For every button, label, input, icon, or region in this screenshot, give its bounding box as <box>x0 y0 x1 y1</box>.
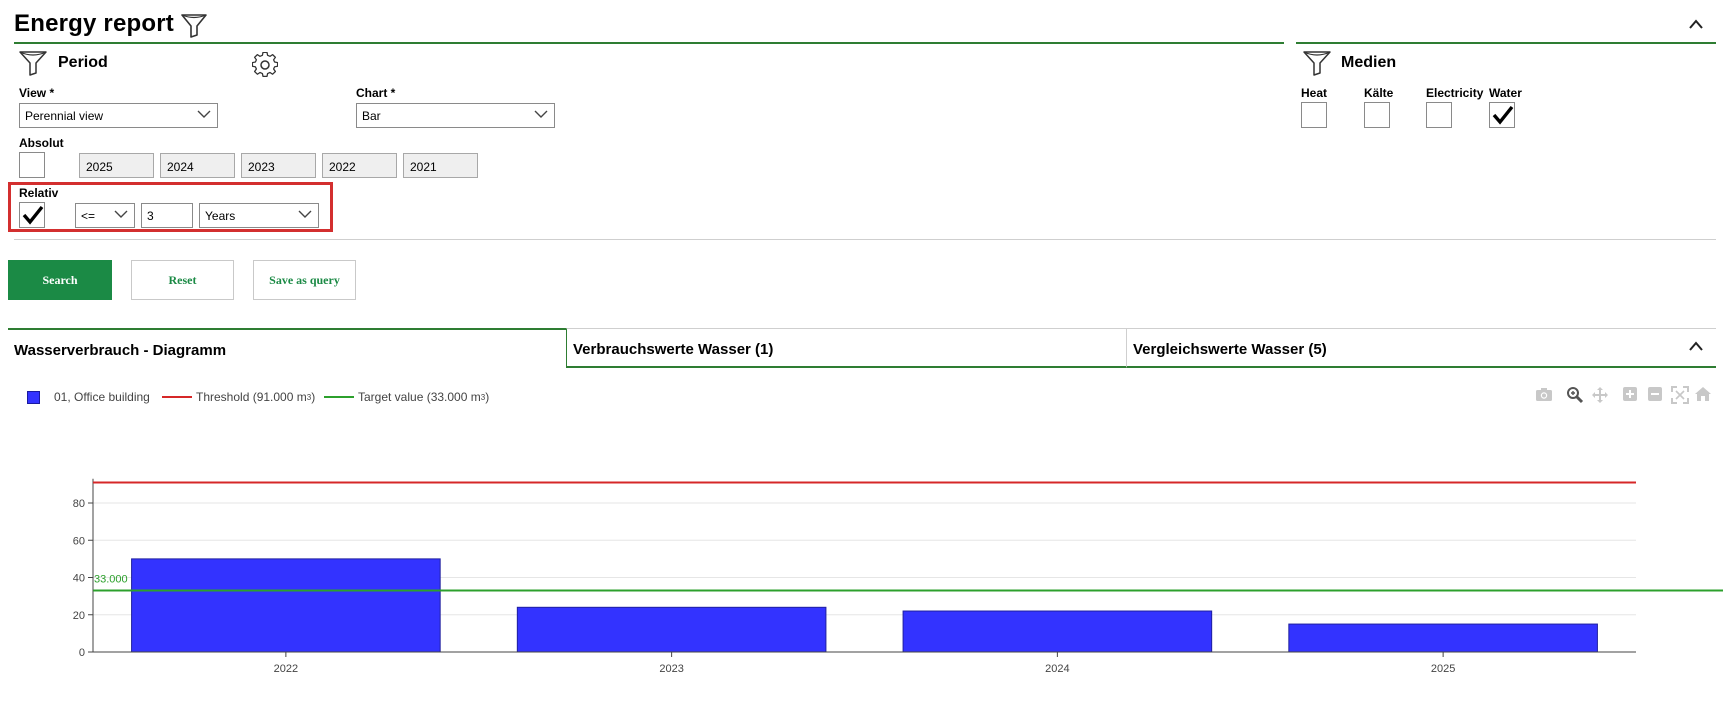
water-checkbox[interactable] <box>1489 102 1515 128</box>
legend-swatch-bar <box>27 390 40 404</box>
relativ-operator-select[interactable]: <= <box>75 203 135 228</box>
absolut-year-4[interactable]: 2022 <box>322 153 397 178</box>
relativ-unit-value: Years <box>205 209 236 223</box>
bar <box>516 606 827 653</box>
legend-series-label: 01, Office building <box>54 390 150 404</box>
relativ-checkbox[interactable] <box>19 202 45 228</box>
collapse-chevron-icon[interactable] <box>1688 340 1704 355</box>
absolut-year-1[interactable]: 2025 <box>79 153 154 178</box>
section-divider <box>14 42 1284 44</box>
page-title: Energy report <box>14 10 174 37</box>
legend-threshold[interactable]: Threshold (91.000 m 3) <box>162 390 315 404</box>
view-select[interactable]: Perennial view <box>19 103 218 128</box>
legend-close-paren: ) <box>311 390 316 404</box>
chevron-down-icon <box>114 208 128 223</box>
zoom-out-icon[interactable] <box>1647 386 1663 405</box>
x-tick-label: 2022 <box>274 663 298 675</box>
legend-series[interactable]: 01, Office building <box>27 390 150 404</box>
absolut-year-5[interactable]: 2021 <box>403 153 478 178</box>
tab-vergleichswerte-wasser[interactable]: Vergleichswerte Wasser (5) <box>1126 328 1716 368</box>
kaelte-checkbox[interactable] <box>1364 102 1390 128</box>
tab-verbrauchswerte-wasser[interactable]: Verbrauchswerte Wasser (1) <box>566 328 1126 368</box>
absolut-label: Absolut <box>19 136 64 150</box>
gear-icon[interactable] <box>251 51 279 81</box>
relativ-unit-select[interactable]: Years <box>199 203 319 228</box>
checkmark-icon <box>22 204 44 229</box>
chevron-down-icon <box>197 108 211 123</box>
x-tick-label: 2024 <box>1045 663 1069 675</box>
pan-icon[interactable] <box>1591 386 1609 407</box>
relativ-label: Relativ <box>19 186 59 200</box>
relativ-operator-value: <= <box>81 209 96 223</box>
save-as-query-button[interactable]: Save as query <box>253 260 356 300</box>
medien-title: Medien <box>1341 54 1397 71</box>
view-select-value: Perennial view <box>25 109 104 123</box>
absolut-checkbox[interactable] <box>19 152 45 178</box>
zoom-icon[interactable] <box>1566 386 1584 407</box>
medien-label-water: Water <box>1489 86 1522 100</box>
chevron-down-icon <box>298 208 312 223</box>
absolut-year-2[interactable]: 2024 <box>160 153 235 178</box>
relativ-amount-input[interactable]: 3 <box>141 203 193 228</box>
x-tick-label: 2023 <box>659 663 683 675</box>
tab-wasserverbrauch-diagramm[interactable]: Wasserverbrauch - Diagramm <box>8 328 566 368</box>
bar <box>1288 623 1598 653</box>
water-consumption-chart: 0 20 40 60 80 2022 2023 2024 2025 33.000 <box>73 478 1723 675</box>
y-tick-label: 80 <box>73 498 85 510</box>
view-label: View * <box>19 86 55 100</box>
legend-close-paren: ) <box>485 390 490 404</box>
chart-type-select[interactable]: Bar <box>356 103 555 128</box>
heat-checkbox[interactable] <box>1301 102 1327 128</box>
medien-label-electricity: Electricity <box>1426 86 1484 100</box>
chevron-down-icon <box>534 108 548 123</box>
period-title: Period <box>58 54 108 71</box>
legend-threshold-label: Threshold (91.000 m <box>196 390 307 404</box>
y-tick-label: 40 <box>73 573 85 585</box>
section-divider <box>1296 42 1716 44</box>
legend-swatch-target <box>324 396 354 398</box>
target-value-label: 33.000 <box>94 574 128 586</box>
medien-label-heat: Heat <box>1301 86 1328 100</box>
y-tick-label: 20 <box>73 610 85 622</box>
x-tick-label: 2025 <box>1431 663 1455 675</box>
y-tick-label: 60 <box>73 535 85 547</box>
legend-swatch-threshold <box>162 396 192 398</box>
chart-label: Chart * <box>356 86 396 100</box>
medien-filter-icon <box>1302 48 1332 79</box>
home-icon[interactable] <box>1694 386 1712 405</box>
legend-target-label: Target value (33.000 m <box>358 390 481 404</box>
bar <box>131 558 441 653</box>
medien-label-kaelte: Kälte <box>1364 86 1394 100</box>
search-button[interactable]: Search <box>8 260 112 300</box>
autoscale-icon[interactable] <box>1671 386 1689 407</box>
collapse-chevron-icon[interactable] <box>1688 18 1704 33</box>
checkmark-icon <box>1492 104 1514 129</box>
period-filter-icon <box>18 48 48 79</box>
bar <box>902 610 1213 653</box>
chart-type-value: Bar <box>362 109 381 123</box>
legend-target[interactable]: Target value (33.000 m 3) <box>324 390 489 404</box>
camera-icon[interactable] <box>1535 386 1553 405</box>
zoom-in-icon[interactable] <box>1622 386 1638 405</box>
y-tick-label: 0 <box>79 647 85 659</box>
electricity-checkbox[interactable] <box>1426 102 1452 128</box>
filter-icon[interactable] <box>180 12 208 41</box>
reset-button[interactable]: Reset <box>131 260 234 300</box>
absolut-year-3[interactable]: 2023 <box>241 153 316 178</box>
filter-divider <box>14 239 1716 240</box>
